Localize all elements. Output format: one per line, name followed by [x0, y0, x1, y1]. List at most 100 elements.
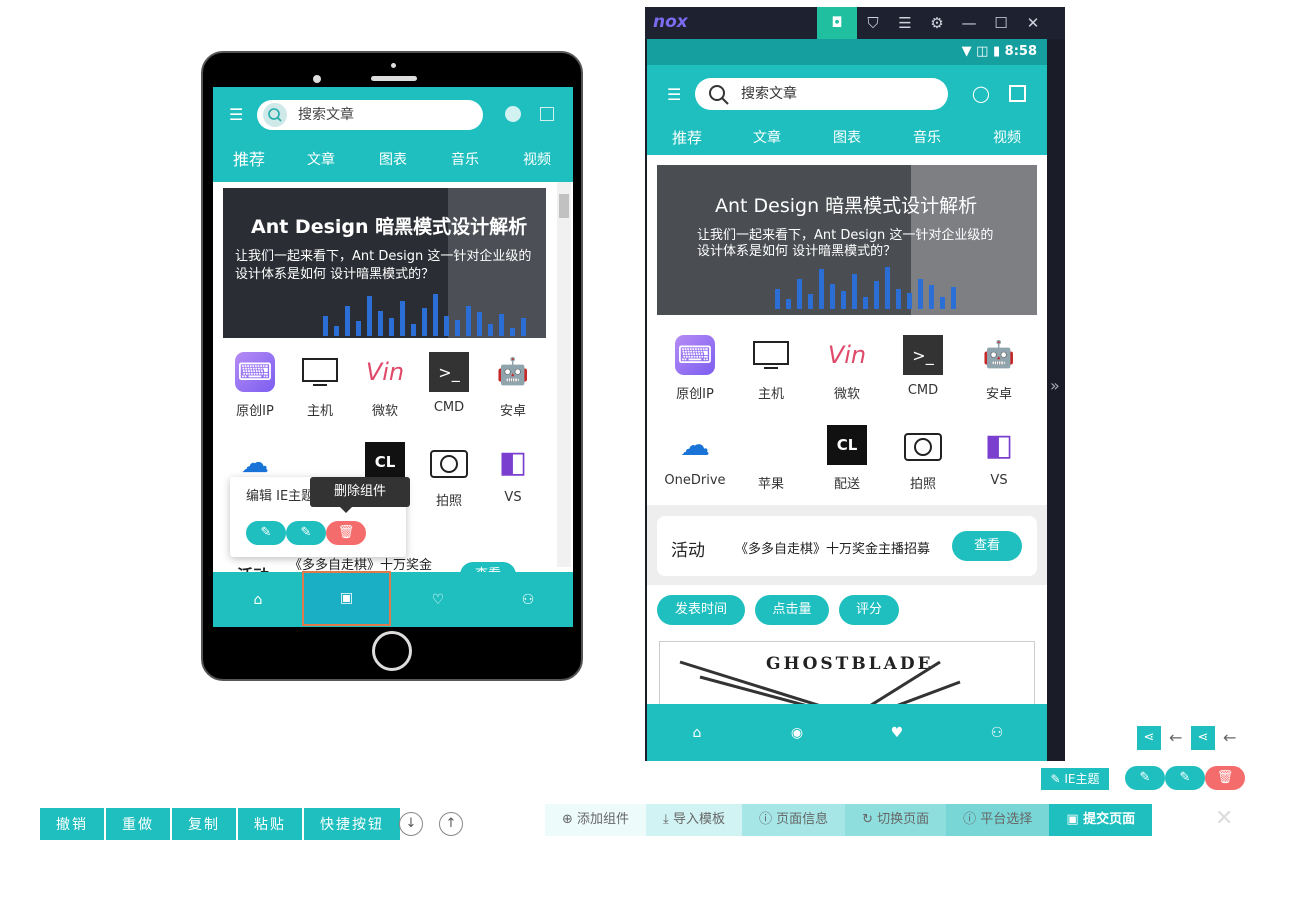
minimize-icon[interactable]: —	[953, 7, 985, 39]
search-input[interactable]: 搜索文章	[695, 78, 948, 110]
ghostblade-image[interactable]: GHOSTBLADE	[659, 641, 1035, 711]
page-info-button[interactable]: ⓘ 页面信息	[741, 804, 846, 836]
sort-by-rating-button[interactable]: 评分	[839, 595, 899, 625]
maximize-icon[interactable]: ☐	[985, 7, 1017, 39]
tab-articles[interactable]: 文章	[285, 147, 357, 173]
bottom-nav: ⌂ ◉ ♥ ⚇	[647, 704, 1047, 761]
grid-item[interactable]: ⌨ 原创IP	[663, 335, 727, 402]
grid-item[interactable]: 🤖 安卓	[967, 335, 1031, 402]
sort-by-time-button[interactable]: 发表时间	[657, 595, 745, 625]
activity-label: 活动	[671, 541, 705, 561]
grid-item[interactable]: Vin 微软	[353, 352, 417, 419]
arrow-down-icon[interactable]: ↓	[399, 812, 423, 836]
tab-video[interactable]: 视频	[967, 125, 1047, 151]
scrollbar[interactable]	[557, 182, 571, 567]
redo-button[interactable]: 重做	[106, 808, 170, 840]
tab-music[interactable]: 音乐	[887, 125, 967, 151]
sort-by-clicks-button[interactable]: 点击量	[755, 595, 829, 625]
grid-item[interactable]: 苹果	[739, 425, 803, 492]
info-icon: ⓘ	[758, 812, 777, 827]
add-component-button[interactable]: ⊕ 添加组件	[545, 804, 647, 836]
platform-select-button[interactable]: ⓘ 平台选择	[946, 804, 1050, 836]
grid-item[interactable]: ⌨ 原创IP	[223, 352, 287, 419]
shortcut-button[interactable]: 快捷按钮	[304, 808, 400, 840]
ie-theme-tag[interactable]: ✎ IE主题	[1041, 768, 1109, 790]
tab-music[interactable]: 音乐	[429, 147, 501, 173]
share-icon[interactable]: ⋖	[1191, 726, 1215, 750]
copy-button[interactable]: 复制	[172, 808, 236, 840]
delete-button[interactable]: 🗑	[326, 521, 366, 545]
tab-charts[interactable]: 图表	[357, 147, 429, 173]
view-button[interactable]: 查看	[952, 531, 1022, 561]
menu-icon[interactable]: ☰	[889, 7, 921, 39]
share-icon[interactable]: ⋖	[1137, 726, 1161, 750]
banner-card[interactable]: Ant Design 暗黑模式设计解析 让我们一起来看下，Ant Design …	[657, 165, 1037, 315]
heart-icon[interactable]: ♡	[393, 572, 483, 627]
edit-style-button[interactable]: ✎	[1165, 766, 1205, 790]
paste-button[interactable]: 粘贴	[238, 808, 302, 840]
edit-style-button[interactable]: ✎	[286, 521, 326, 545]
gear-icon[interactable]: ⚙	[921, 7, 953, 39]
nox-header: ☰ 搜索文章 ◯ 推荐 文章 图表 音乐 视频	[647, 65, 1047, 155]
scan-icon[interactable]	[1009, 85, 1026, 102]
scan-icon[interactable]	[540, 107, 554, 121]
grid-item-label: 主机	[306, 404, 333, 419]
tab-video[interactable]: 视频	[501, 147, 573, 173]
delete-tooltip: 删除组件	[310, 477, 410, 513]
clion-icon: CL	[365, 442, 405, 482]
close-icon[interactable]: ✕	[1215, 806, 1233, 831]
import-template-button[interactable]: ⤓ 导入模板	[646, 804, 742, 836]
menu-icon[interactable]: ☰	[229, 105, 243, 124]
grid-item[interactable]: ◧ VS	[481, 442, 545, 506]
menu-icon[interactable]: ☰	[667, 85, 681, 104]
popup-title: 编辑 IE主题	[246, 489, 315, 504]
chat-icon[interactable]: ◯	[972, 84, 990, 103]
delete-button[interactable]: 🗑	[1205, 766, 1245, 790]
monitor-icon	[300, 352, 340, 392]
grid-item[interactable]: 主机	[739, 335, 803, 402]
submit-page-button[interactable]: ▣ 提交页面	[1049, 804, 1153, 836]
home-icon[interactable]: ⌂	[647, 704, 747, 761]
grid-item[interactable]: 🤖 安卓	[481, 352, 545, 419]
grid-item[interactable]: 主机	[288, 352, 352, 419]
switch-page-button[interactable]: ↻ 切换页面	[845, 804, 947, 836]
tab-charts[interactable]: 图表	[807, 125, 887, 151]
phone-header: ☰ 搜索文章 推荐 文章 图表 音乐 视频	[213, 87, 573, 182]
heart-icon[interactable]: ♥	[847, 704, 947, 761]
grid-item[interactable]: 拍照	[417, 442, 481, 509]
edit-button[interactable]: ✎	[1125, 766, 1165, 790]
grid-item[interactable]: Vin 微软	[815, 335, 879, 402]
phone-home-button[interactable]	[372, 631, 412, 671]
user-icon[interactable]: ⚇	[947, 704, 1047, 761]
tab-recommend[interactable]: 推荐	[213, 147, 285, 173]
grid-item-label: 苹果	[757, 477, 784, 492]
chat-icon[interactable]	[505, 106, 521, 122]
submit-page-label: 提交页面	[1083, 812, 1136, 827]
banner-card[interactable]: Ant Design 暗黑模式设计解析 让我们一起来看下，Ant Design …	[223, 188, 546, 338]
tab-recommend[interactable]: 推荐	[647, 125, 727, 151]
grid-item[interactable]: ◧ VS	[967, 425, 1031, 489]
search-input[interactable]: 搜索文章	[257, 100, 483, 130]
arrow-up-icon[interactable]: ↑	[439, 812, 463, 836]
grid-item[interactable]: CL 配送	[815, 425, 879, 492]
arrow-left-icon[interactable]: ←	[1223, 728, 1236, 747]
chevron-right-icon[interactable]: »	[1050, 376, 1060, 395]
arrow-left-icon[interactable]: ←	[1169, 728, 1182, 747]
app-store-icon[interactable]: ◘	[817, 7, 857, 39]
edit-button[interactable]: ✎	[246, 521, 286, 545]
tab-articles[interactable]: 文章	[727, 125, 807, 151]
grid-item[interactable]: 拍照	[891, 425, 955, 492]
scrollbar-thumb[interactable]	[559, 194, 569, 218]
home-icon[interactable]: ⌂	[213, 572, 303, 627]
grid-item[interactable]: >_ CMD	[891, 335, 955, 398]
shirt-icon[interactable]: ⛉	[857, 7, 889, 39]
grid-item[interactable]: >_ CMD	[417, 352, 481, 415]
grid-item-label: 微软	[371, 404, 398, 419]
close-icon[interactable]: ✕	[1017, 7, 1049, 39]
page-toolbar: ⊕ 添加组件 ⤓ 导入模板 ⓘ 页面信息 ↻ 切换页面 ⓘ 平台选择 ▣ 提交页…	[545, 804, 1153, 836]
user-icon[interactable]: ⚇	[483, 572, 573, 627]
selected-component-outline[interactable]: ▣	[302, 571, 391, 626]
undo-button[interactable]: 撤销	[40, 808, 104, 840]
compass-icon[interactable]: ◉	[747, 704, 847, 761]
grid-item[interactable]: ☁ OneDrive	[663, 425, 727, 489]
